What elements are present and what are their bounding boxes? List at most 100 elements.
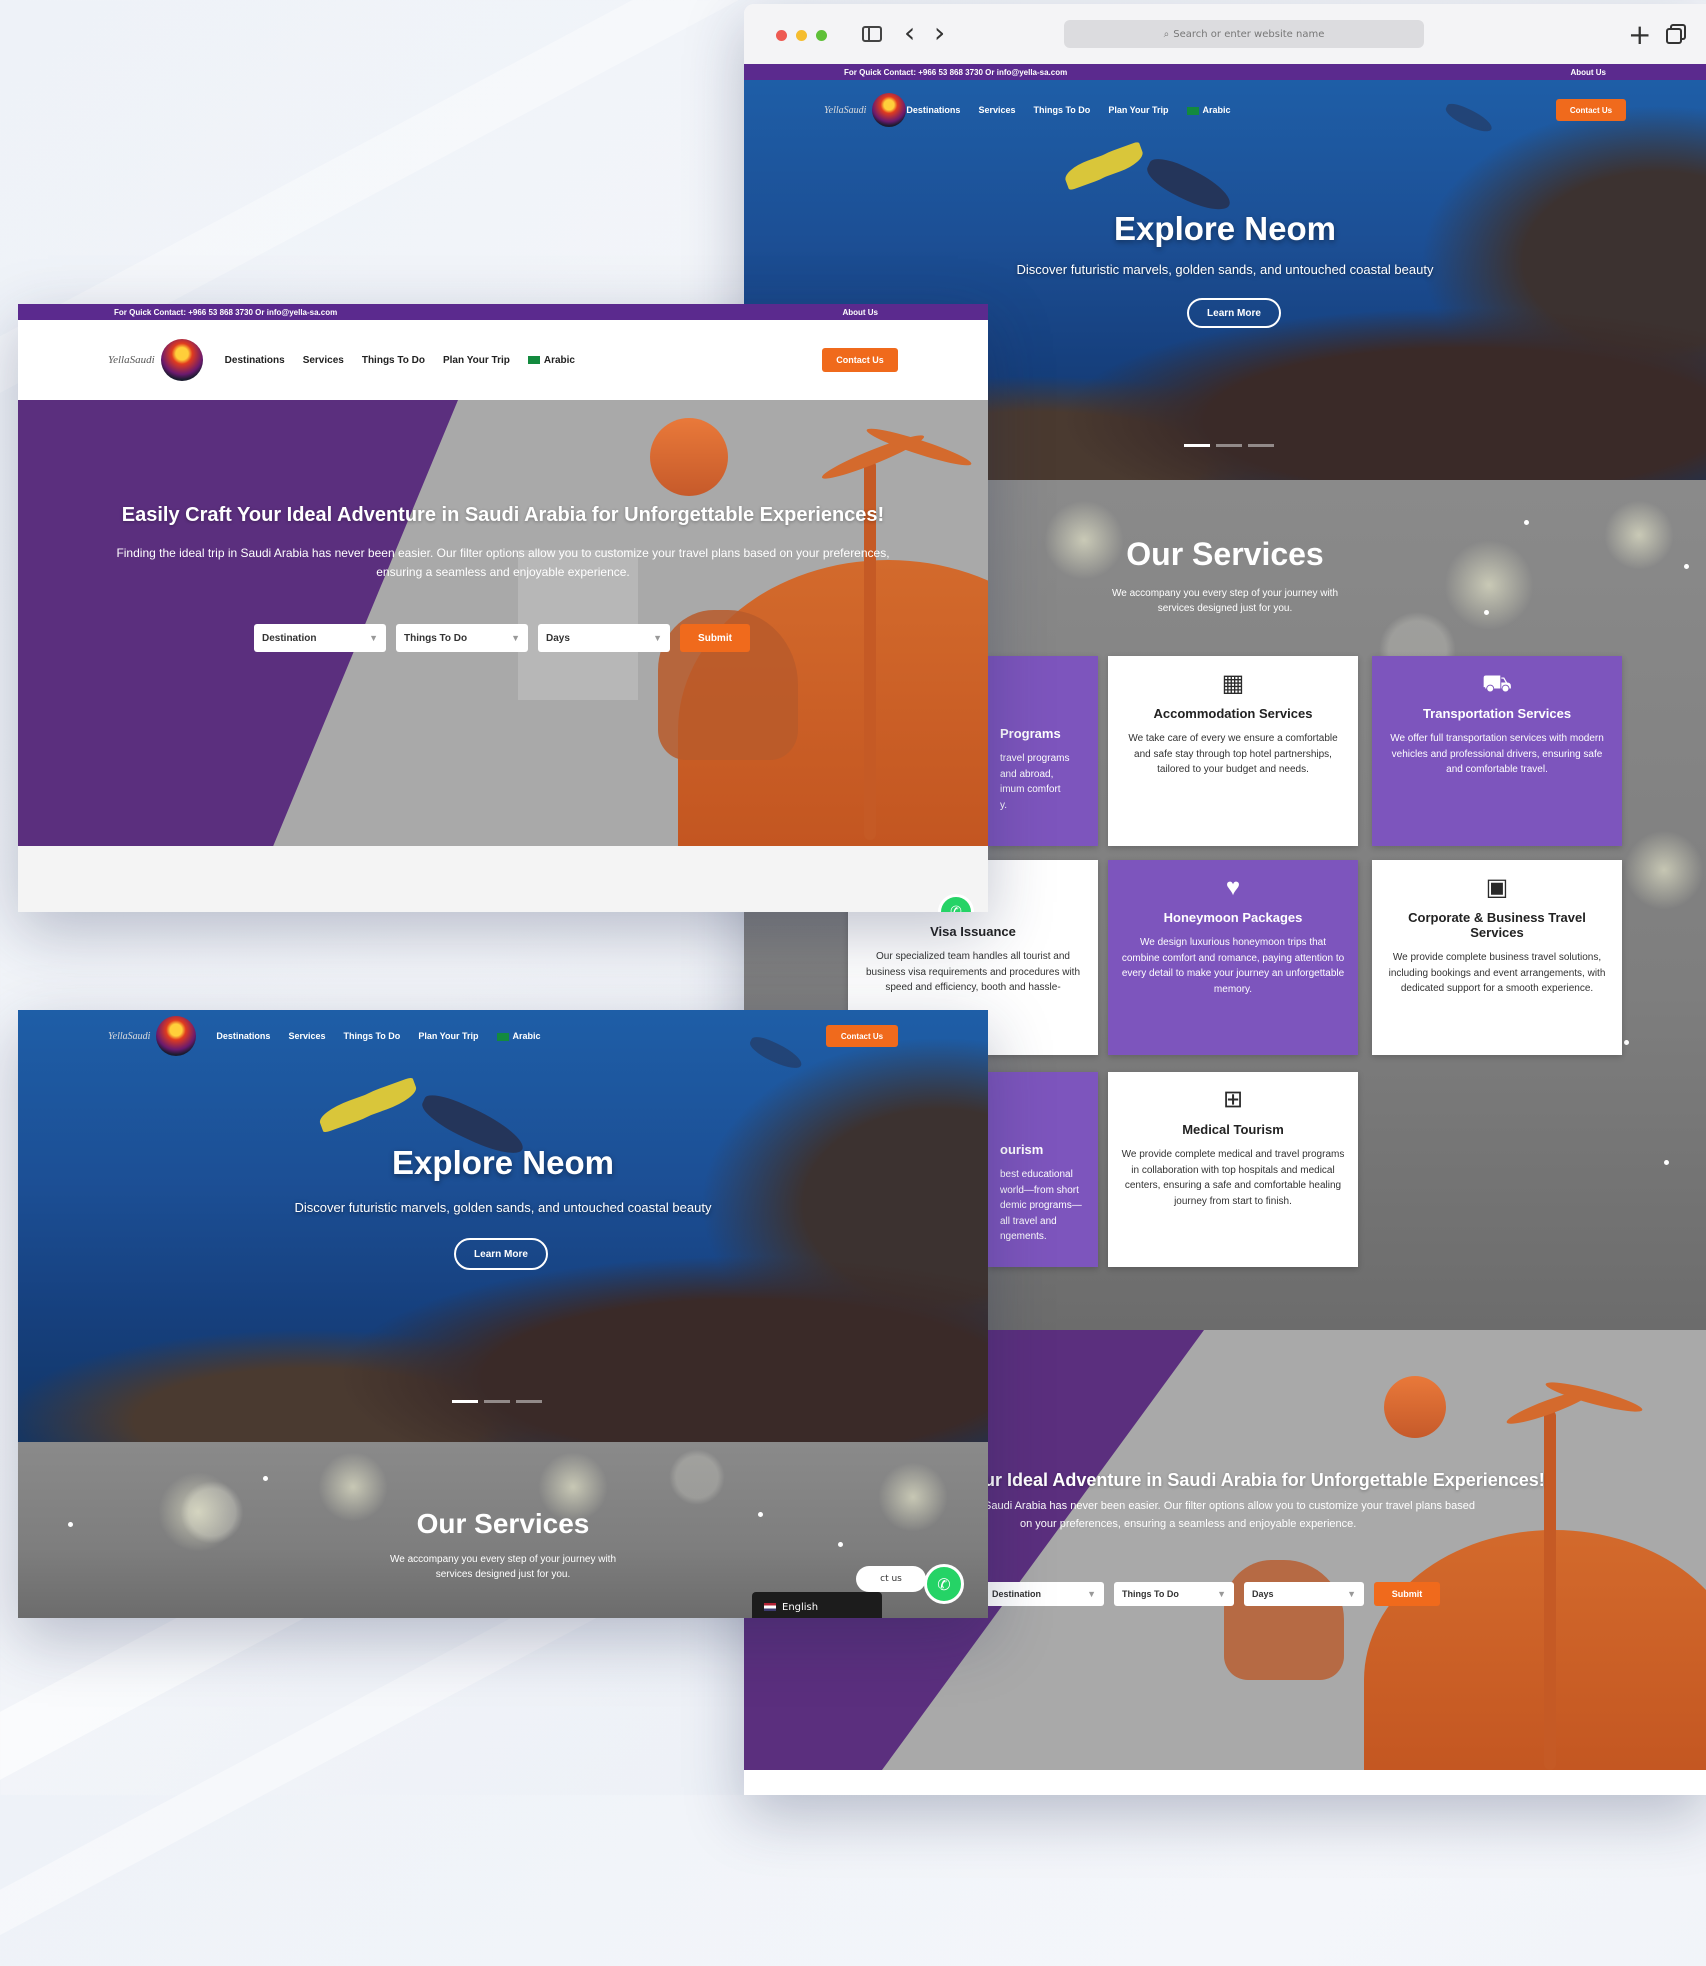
services-subtitle-line-2: services designed just for you. [435, 1569, 571, 1580]
search-icon: ⌕ [1163, 28, 1170, 40]
sun-illustration [650, 418, 728, 496]
things-to-do-select[interactable]: Things To Do ▼ [1114, 1582, 1234, 1606]
card-description: Our specialized team handles all tourist… [866, 951, 1080, 993]
sparkle [263, 1476, 268, 1481]
submit-button[interactable]: Submit [680, 624, 750, 652]
submit-button[interactable]: Submit [1374, 1582, 1440, 1606]
learn-more-button[interactable]: Learn More [454, 1238, 548, 1270]
about-us-link[interactable]: About Us [842, 308, 878, 317]
logo-emblem [872, 93, 907, 127]
card-description: We provide complete medical and travel p… [1121, 1149, 1345, 1207]
nav-arabic-label: Arabic [543, 354, 575, 366]
contact-us-button[interactable]: Contact Us [826, 1025, 898, 1047]
days-select[interactable]: Days ▼ [1244, 1582, 1364, 1606]
camel-illustration [1224, 1560, 1344, 1680]
things-to-do-select[interactable]: Things To Do ▼ [396, 624, 528, 652]
nav-arabic[interactable]: Arabic [1186, 105, 1231, 115]
minimize-window-dot[interactable] [796, 30, 807, 41]
forward-arrow-icon[interactable]: › [934, 16, 945, 49]
slider-dot-2[interactable] [484, 1400, 510, 1403]
nav-things-to-do[interactable]: Things To Do [362, 355, 425, 366]
nav-links: Destinations Services Things To Do Plan … [225, 355, 575, 366]
services-subtitle: We accompany you every step of your jour… [18, 1552, 988, 1582]
contact-us-button[interactable]: Contact Us [822, 348, 898, 372]
heart-icon: ♥ [1225, 874, 1241, 901]
language-switcher[interactable]: English [752, 1592, 882, 1618]
nav-links: Destinations Services Things To Do Plan … [216, 1031, 540, 1041]
adventure-section: Easily Craft Your Ideal Adventure in Sau… [18, 400, 988, 846]
nav-plan-your-trip[interactable]: Plan Your Trip [418, 1031, 478, 1041]
destination-select-value: Destination [992, 1589, 1042, 1599]
about-us-link[interactable]: About Us [1570, 68, 1606, 77]
nav-services[interactable]: Services [303, 355, 344, 366]
slider-dot-3[interactable] [1248, 444, 1274, 447]
hero-title: Explore Neom [1114, 210, 1336, 247]
nav-plan-your-trip[interactable]: Plan Your Trip [1108, 105, 1168, 115]
sidebar-toggle-icon[interactable] [862, 26, 882, 42]
nav-plan-your-trip[interactable]: Plan Your Trip [443, 355, 510, 366]
nav-destinations[interactable]: Destinations [216, 1031, 270, 1041]
service-card-programs[interactable]: Programs travel programs and abroad, imu… [988, 656, 1098, 846]
new-tab-icon[interactable]: + [1628, 18, 1651, 51]
nav-things-to-do[interactable]: Things To Do [343, 1031, 400, 1041]
nav-destinations[interactable]: Destinations [225, 355, 285, 366]
contact-us-widget[interactable]: ct us [856, 1566, 926, 1592]
trip-filters: Destination ▼ Things To Do ▼ Days ▼ Submit [984, 1582, 1440, 1606]
chevron-down-icon: ▼ [1087, 1589, 1096, 1599]
tabs-overview-icon[interactable] [1666, 28, 1682, 44]
nav-services[interactable]: Services [288, 1031, 325, 1041]
nav-things-to-do[interactable]: Things To Do [1033, 105, 1090, 115]
sparkle [838, 1542, 843, 1547]
whatsapp-icon[interactable]: ✆ [924, 1564, 964, 1604]
nav-arabic[interactable]: Arabic [496, 1031, 541, 1041]
top-contact-bar: For Quick Contact: +966 53 868 3730 Or i… [744, 64, 1706, 80]
address-placeholder: Search or enter website name [1173, 28, 1325, 40]
service-card-tourism[interactable]: ourism best educational world—from short… [988, 1072, 1098, 1267]
site-logo[interactable]: YellaSaudi [108, 1016, 197, 1056]
slider-dot-3[interactable] [516, 1400, 542, 1403]
back-arrow-icon[interactable]: ‹ [904, 16, 915, 49]
maximize-window-dot[interactable] [816, 30, 827, 41]
service-card-honeymoon[interactable]: ♥ Honeymoon Packages We design luxurious… [1108, 860, 1358, 1055]
saudi-flag-icon [527, 355, 540, 364]
screenshot-adventure: For Quick Contact: +966 53 868 3730 Or i… [18, 304, 988, 912]
days-select-value: Days [546, 632, 570, 644]
service-card-accommodation[interactable]: ▦ Accommodation Services We take care of… [1108, 656, 1358, 846]
diver-fin [1086, 141, 1147, 181]
address-bar[interactable]: ⌕ Search or enter website name [1064, 20, 1424, 48]
sparkle [1624, 1040, 1629, 1045]
quick-contact-text: For Quick Contact: +966 53 868 3730 Or i… [844, 67, 1068, 77]
days-select[interactable]: Days ▼ [538, 624, 670, 652]
purple-wedge [18, 400, 458, 846]
nav-destinations[interactable]: Destinations [906, 105, 960, 115]
slider-dot-1[interactable] [1184, 444, 1210, 447]
service-card-transportation[interactable]: ⛟ Transportation Services We offer full … [1372, 656, 1622, 846]
card-description: best educational world—from short demic … [1000, 1169, 1082, 1242]
logo-emblem [160, 339, 203, 381]
site-logo[interactable]: YellaSaudi [824, 93, 907, 127]
destination-select[interactable]: Destination ▼ [984, 1582, 1104, 1606]
screenshot-neom: YellaSaudi Destinations Services Things … [18, 1010, 988, 1618]
learn-more-button[interactable]: Learn More [1187, 298, 1281, 328]
nav-arabic[interactable]: Arabic [527, 354, 575, 366]
page-footer-strip [18, 846, 988, 912]
card-title: Honeymoon Packages [1163, 910, 1303, 925]
sun-illustration [1384, 1376, 1446, 1438]
slider-dots[interactable] [452, 1400, 542, 1403]
top-contact-bar: For Quick Contact: +966 53 868 3730 Or i… [18, 304, 988, 320]
destination-select[interactable]: Destination ▼ [254, 624, 386, 652]
language-label: English [782, 1601, 819, 1613]
contact-us-button[interactable]: Contact Us [1556, 99, 1626, 121]
quick-contact-text: For Quick Contact: +966 53 868 3730 Or i… [114, 307, 338, 317]
adventure-title: Easily Craft Your Ideal Adventure in Sau… [121, 504, 885, 526]
slider-dots[interactable] [1184, 444, 1274, 447]
service-card-medical[interactable]: ⊞ Medical Tourism We provide complete me… [1108, 1072, 1358, 1267]
nav-services[interactable]: Services [978, 105, 1015, 115]
site-logo[interactable]: YellaSaudi [108, 339, 203, 381]
close-window-dot[interactable] [776, 30, 787, 41]
main-nav: YellaSaudi Destinations Services Things … [18, 320, 988, 400]
service-card-corporate[interactable]: ▣ Corporate & Business Travel Services W… [1372, 860, 1622, 1055]
slider-dot-1[interactable] [452, 1400, 478, 1403]
slider-dot-2[interactable] [1216, 444, 1242, 447]
adventure-subtitle: Finding the ideal trip in Saudi Arabia h… [116, 546, 890, 580]
